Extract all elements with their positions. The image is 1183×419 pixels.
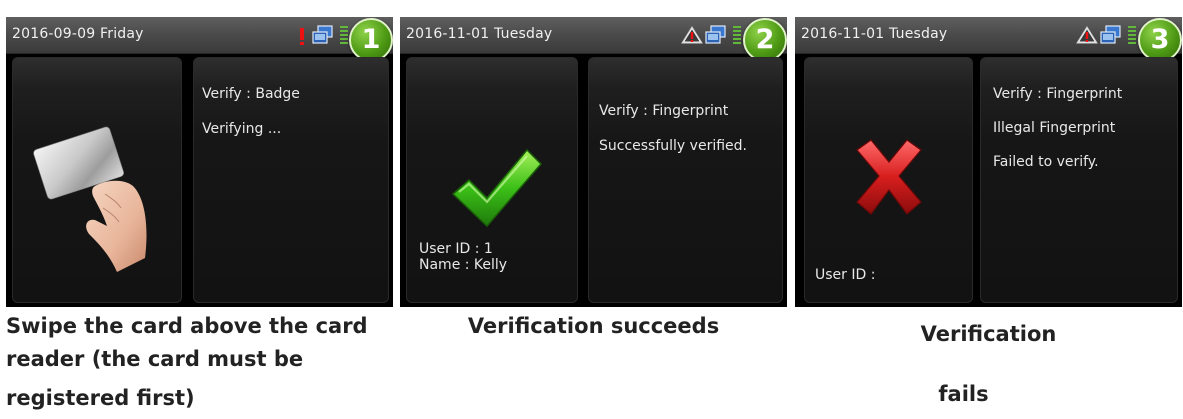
caption-fail: Verification fails bbox=[795, 318, 1182, 411]
verify-method-text: Verify : Fingerprint bbox=[993, 86, 1123, 102]
info-panel: Verify : Fingerprint Successfully verifi… bbox=[588, 57, 783, 303]
network-icon bbox=[705, 25, 726, 44]
verify-status-text: Failed to verify. bbox=[993, 154, 1099, 170]
caption-line: registered first) bbox=[6, 386, 195, 410]
step-badge: 1 bbox=[349, 18, 393, 62]
caption-line: Verification succeeds bbox=[467, 314, 720, 338]
status-bar: 2016-11-01 Tuesday bbox=[400, 17, 787, 54]
date-display: 2016-11-01 Tuesday bbox=[406, 26, 553, 42]
screen-verify-failed: 2016-11-01 Tuesday 3 User ID: Verify: … bbox=[795, 17, 1182, 307]
verify-error-text: Illegal Fingerprint bbox=[993, 120, 1116, 136]
verify-method-text: Verify : Fingerprint bbox=[599, 103, 729, 119]
cross-mark-icon bbox=[856, 139, 922, 215]
status-bar: 2016-09-09 Friday bbox=[6, 17, 393, 54]
caption-line: reader (the card must be bbox=[6, 347, 304, 371]
network-icon bbox=[312, 25, 333, 44]
result-panel: User ID : 1 Name : Kelly bbox=[406, 57, 578, 303]
status-bar: 2016-11-01 Tuesday bbox=[795, 17, 1182, 54]
caption-line: Swipe the card above the card bbox=[6, 314, 368, 338]
step-badge: 3 bbox=[1138, 18, 1182, 62]
screen-card-verify: 2016-09-09 Friday 1 Verify: Badge Verif… bbox=[6, 17, 393, 307]
step-badge: 2 bbox=[743, 18, 787, 62]
warning-triangle-icon bbox=[681, 26, 703, 44]
user-name-text: Name : Kelly bbox=[419, 257, 508, 273]
result-panel: User ID : bbox=[804, 57, 973, 303]
info-panel: Verify : Fingerprint Illegal Fingerprint… bbox=[980, 57, 1178, 303]
caption-success: Verification succeeds bbox=[400, 310, 787, 343]
verify-method-text: Verify : Badge bbox=[202, 86, 300, 102]
info-panel: Verify : Badge Verifying ... bbox=[193, 57, 389, 303]
date-display: 2016-09-09 Friday bbox=[12, 26, 144, 42]
caption-line: Verification bbox=[920, 322, 1057, 346]
user-id-text: User ID : bbox=[815, 267, 876, 283]
screen-verify-success: 2016-11-01 Tuesday 2 User ID: 1 Name: … bbox=[400, 17, 787, 307]
verify-status-text: Successfully verified. bbox=[599, 138, 747, 154]
date-display: 2016-11-01 Tuesday bbox=[801, 26, 948, 42]
verify-status-text: Verifying ... bbox=[202, 121, 282, 137]
caption-swipe-card: Swipe the card above the card reader (th… bbox=[6, 310, 396, 415]
alert-icon bbox=[300, 28, 304, 45]
warning-triangle-icon bbox=[1076, 26, 1098, 44]
image-panel bbox=[12, 57, 182, 303]
hand-holding-card-icon bbox=[33, 126, 147, 272]
caption-line: fails bbox=[938, 382, 989, 406]
user-id-text: User ID : 1 bbox=[419, 241, 493, 257]
network-icon bbox=[1100, 25, 1121, 44]
